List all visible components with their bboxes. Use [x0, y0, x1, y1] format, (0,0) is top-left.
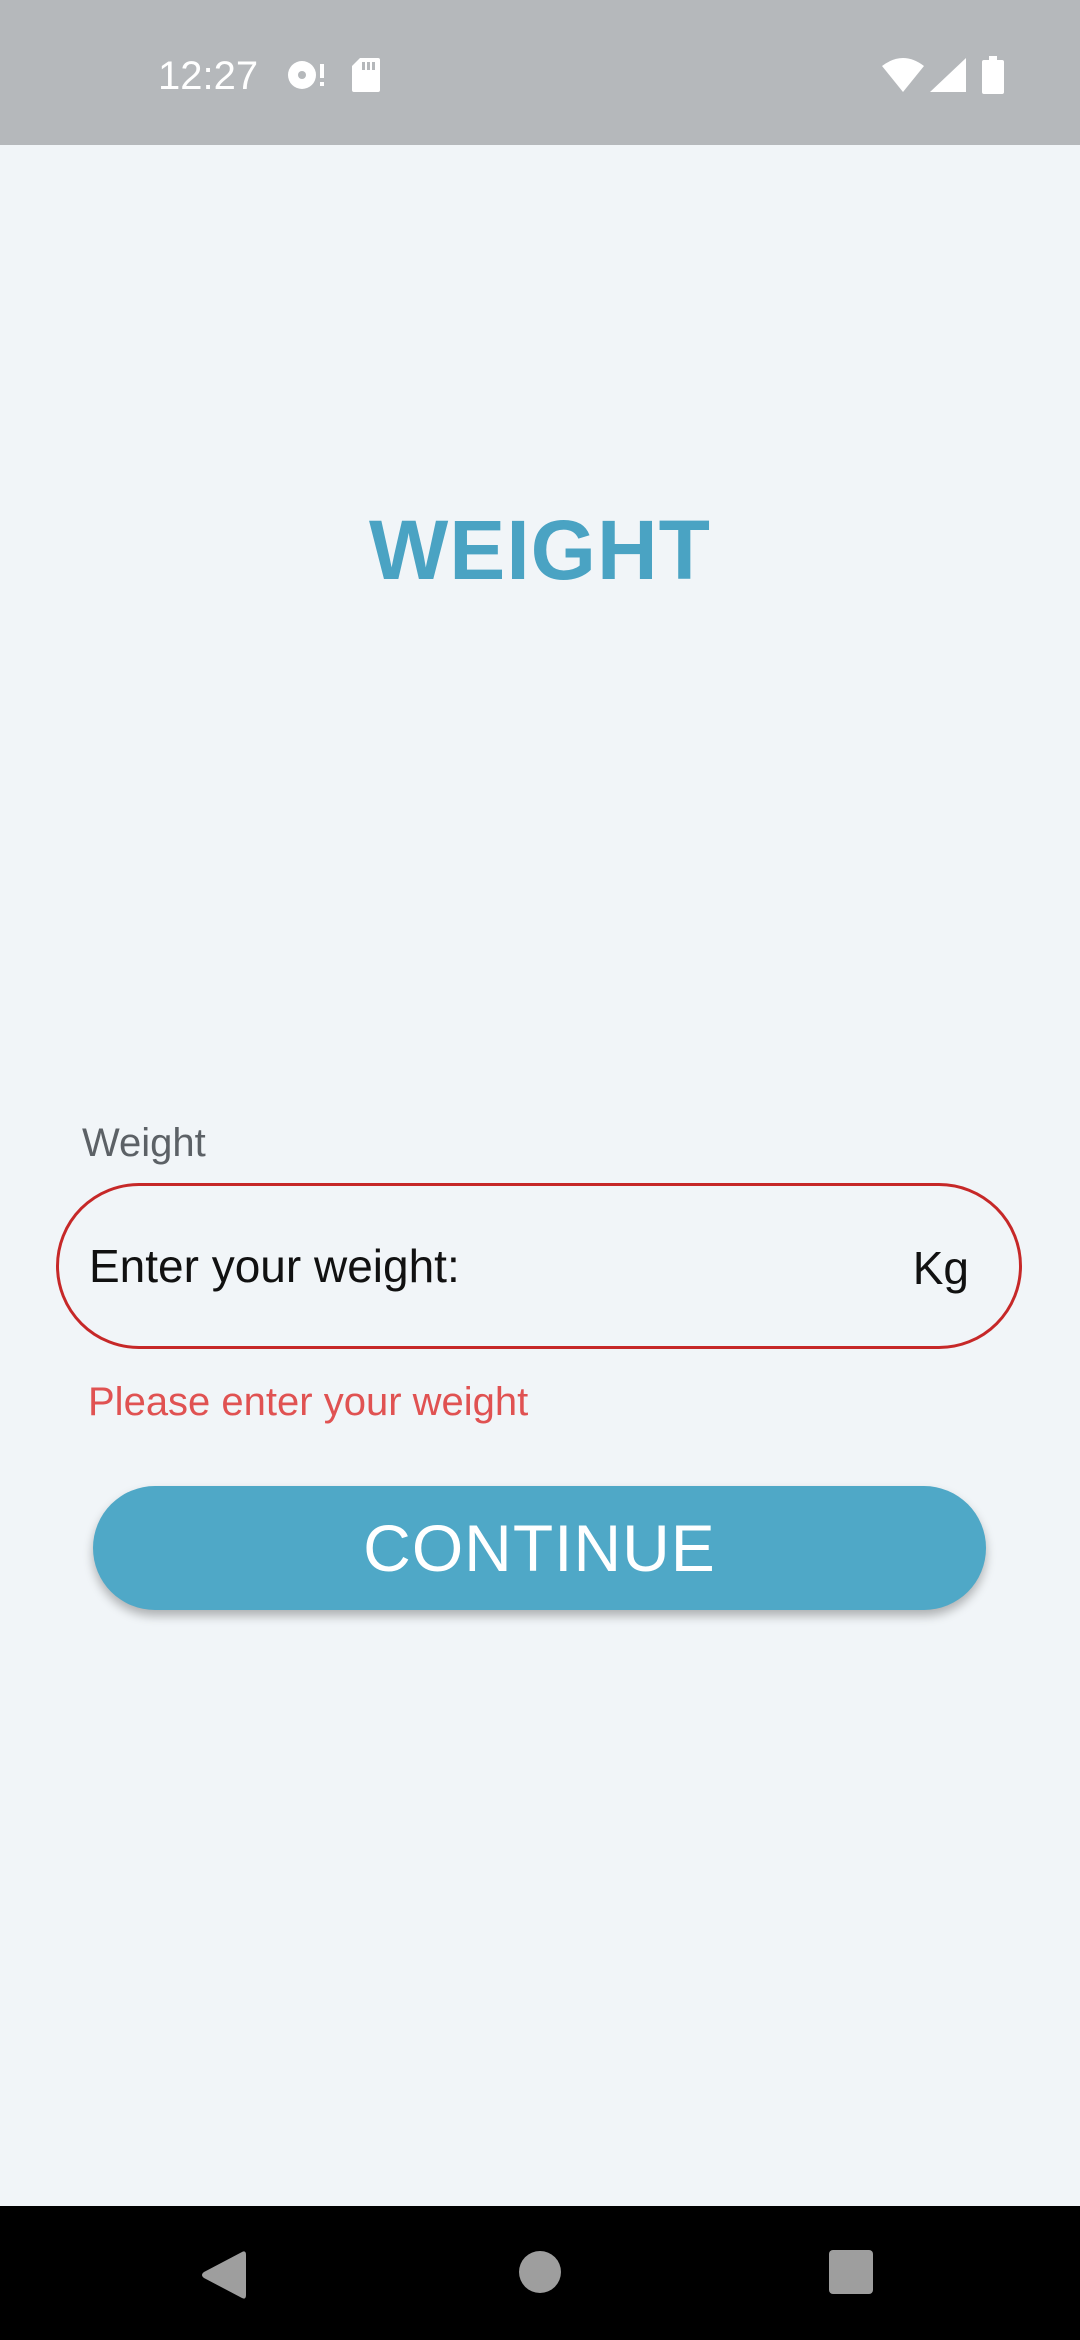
weight-input-container[interactable]: Kg	[56, 1183, 1022, 1349]
weight-input[interactable]	[89, 1186, 889, 1346]
battery-icon	[982, 56, 1004, 99]
home-icon[interactable]	[518, 2250, 562, 2299]
sd-card-icon	[352, 58, 380, 97]
status-bar: 12:27	[0, 0, 1080, 145]
wifi-icon	[882, 58, 924, 97]
signal-icon	[930, 58, 966, 97]
status-time: 12:27	[158, 54, 259, 98]
error-message: Please enter your weight	[88, 1380, 529, 1424]
back-icon[interactable]	[200, 2250, 246, 2305]
page-title: WEIGHT	[369, 503, 711, 597]
dnd-icon	[286, 58, 326, 97]
navigation-bar	[0, 2206, 1080, 2340]
weight-field-label: Weight	[82, 1121, 206, 1165]
unit-suffix: Kg	[912, 1242, 969, 1294]
recents-icon[interactable]	[829, 2250, 873, 2299]
continue-button[interactable]: CONTINUE	[93, 1486, 986, 1610]
